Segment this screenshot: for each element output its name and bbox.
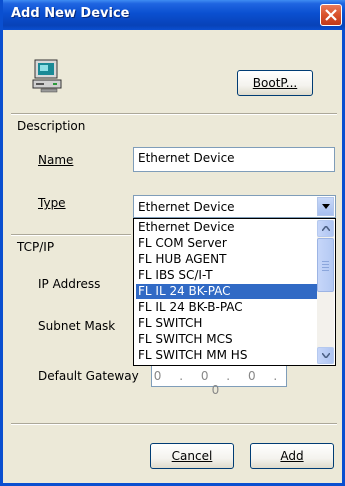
cancel-button-label: Cancel [171,449,213,463]
name-label: Name [38,153,73,167]
name-field[interactable]: Ethernet Device [133,147,335,172]
type-select[interactable]: Ethernet Device [133,195,336,218]
list-item[interactable]: FL SWITCH MCS [136,332,317,347]
chevron-down-icon [322,204,330,209]
add-button[interactable]: Add [250,443,334,469]
list-item[interactable]: FL IL 24 BK-B-PAC [136,300,317,315]
type-dropdown-button[interactable] [317,197,334,216]
list-item[interactable]: FL HUB AGENT [136,252,317,267]
default-gateway-label: Default Gateway [38,369,139,383]
title-bar[interactable]: Add New Device [3,0,345,30]
add-new-device-dialog: Add New Device BootP... Description Name… [0,0,345,486]
ip-address-label: IP Address [38,277,100,291]
ip-address-label-text: IP Address [38,277,101,291]
list-item-selected[interactable]: FL IL 24 BK-PAC [136,284,317,299]
type-select-value: Ethernet Device [138,200,235,214]
subnet-mask-label: Subnet Mask [38,319,115,333]
subnet-mask-label-text: Subnet Mask [38,319,116,333]
close-button[interactable] [320,4,342,26]
bootp-button-label: BootP... [252,76,298,90]
separator-top [11,113,337,115]
list-item[interactable]: FL SWITCH MM HS [136,348,317,363]
scroll-down-button[interactable] [317,347,334,364]
name-label-text: Name [38,153,74,167]
chevron-down-icon [322,353,330,358]
dropdown-scrollbar[interactable] [317,220,334,364]
cancel-button[interactable]: Cancel [150,443,234,469]
window-title: Add New Device [11,6,130,21]
default-gateway-label-text: Default Gateway [38,369,139,383]
scroll-thumb[interactable] [317,238,334,292]
computer-icon [32,59,62,93]
tcpip-section-label: TCP/IP [17,240,55,254]
add-button-label: Add [280,449,304,463]
list-item[interactable]: FL IBS SC/I-T [136,268,317,283]
close-icon [325,9,337,21]
list-item[interactable]: FL SWITCH [136,316,317,331]
list-item[interactable]: FL COM Server [136,236,317,251]
type-dropdown-list[interactable]: Ethernet Device FL COM Server FL HUB AGE… [133,218,336,366]
type-label: Type [38,196,66,210]
separator-mid [11,234,131,236]
scroll-up-button[interactable] [317,220,334,237]
bootp-button[interactable]: BootP... [237,70,313,96]
separator-bottom [11,423,337,425]
description-section-label: Description [17,119,86,133]
type-label-text: Type [38,196,66,210]
default-gateway-field[interactable]: 0 . 0 . 0 . 0 [151,365,287,397]
chevron-up-icon [322,226,330,231]
list-item[interactable]: Ethernet Device [136,220,317,235]
